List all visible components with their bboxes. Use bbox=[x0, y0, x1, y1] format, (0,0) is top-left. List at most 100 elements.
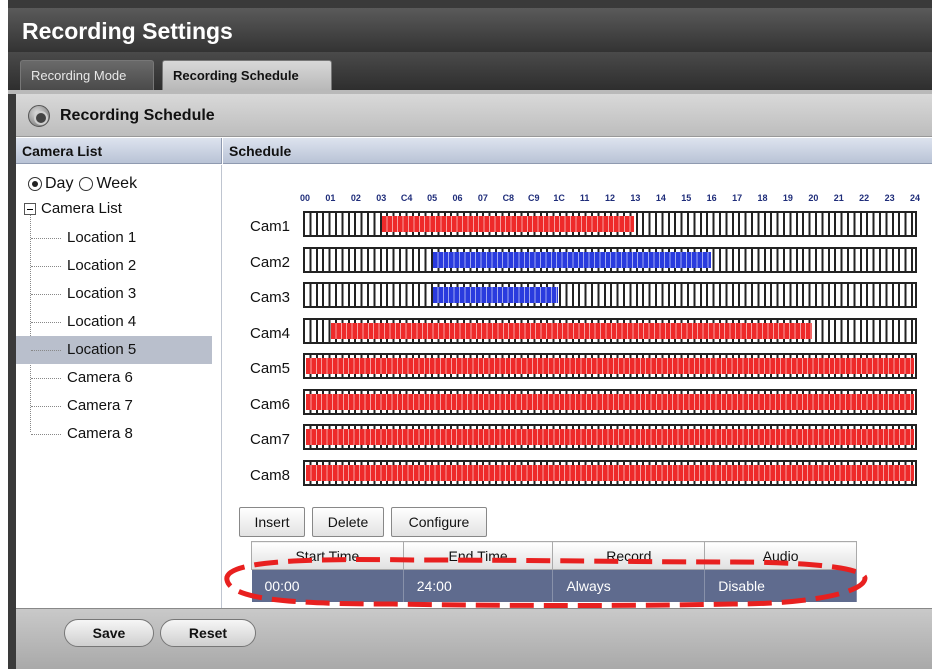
table-row[interactable]: 00:00 24:00 Always Disable bbox=[251, 569, 857, 602]
content-panel: Recording Schedule Camera List Schedule … bbox=[16, 94, 932, 608]
tree-item-label: Camera 8 bbox=[67, 425, 133, 442]
camera-list-header: Camera List bbox=[16, 138, 222, 164]
hour-label: 16 bbox=[706, 193, 717, 203]
hour-label: 24 bbox=[909, 193, 920, 203]
schedule-rules-table: Start Time End Time Record Audio 00:00 2… bbox=[251, 541, 857, 602]
tree-item-label: Location 1 bbox=[67, 229, 137, 246]
tree-root-label: Camera List bbox=[41, 200, 122, 217]
radio-unselected-icon bbox=[79, 177, 94, 191]
camera-schedule-row: Cam4 bbox=[223, 317, 932, 344]
schedule-timeline[interactable] bbox=[303, 459, 917, 486]
tree-branch bbox=[31, 378, 61, 379]
scheduled-recording-block[interactable] bbox=[331, 322, 813, 339]
tree-branch bbox=[31, 350, 61, 351]
day-radio[interactable]: Day bbox=[28, 175, 73, 193]
schedule-header: Schedule bbox=[223, 138, 932, 164]
tree-branch bbox=[31, 294, 61, 295]
hour-label: C8 bbox=[502, 193, 515, 203]
schedule-timeline[interactable] bbox=[303, 211, 917, 237]
tree-item[interactable]: Camera 7 bbox=[16, 392, 212, 420]
scheduled-recording-block[interactable] bbox=[306, 393, 914, 410]
hour-label: 21 bbox=[833, 193, 844, 203]
recording-settings-window: Recording Settings Recording Mode Record… bbox=[8, 0, 932, 669]
hour-label: 07 bbox=[477, 193, 488, 203]
tree-item[interactable]: Location 4 bbox=[16, 308, 212, 336]
tree-item[interactable]: Location 2 bbox=[16, 252, 212, 280]
save-button[interactable]: Save bbox=[64, 619, 154, 647]
scheduled-recording-block[interactable] bbox=[306, 358, 914, 374]
hour-label: 01 bbox=[325, 193, 336, 203]
tab-recording-mode[interactable]: Recording Mode bbox=[20, 60, 154, 90]
schedule-timeline[interactable] bbox=[303, 353, 917, 379]
schedule-timeline[interactable] bbox=[303, 282, 917, 308]
tree-branch bbox=[31, 434, 61, 435]
tree-root[interactable]: Camera List bbox=[24, 200, 122, 217]
schedule-timeline[interactable] bbox=[303, 317, 917, 344]
delete-button[interactable]: Delete bbox=[312, 507, 384, 537]
scheduled-recording-block[interactable] bbox=[433, 251, 711, 268]
camera-schedule-row: Cam5 bbox=[223, 353, 932, 379]
column-header-record[interactable]: Record bbox=[552, 541, 706, 570]
tree-item-label: Location 5 bbox=[67, 341, 137, 358]
hour-label: 1C bbox=[553, 193, 565, 203]
scheduled-recording-block[interactable] bbox=[306, 429, 914, 445]
camera-label: Cam6 bbox=[250, 395, 291, 413]
hour-scale: 00 01 02 03 C4 05 06 07 C8 C9 1C 11 12 13 14 15 16 17 18 19… bbox=[223, 193, 932, 207]
tree-branch bbox=[31, 322, 61, 323]
tab-recording-schedule[interactable]: Recording Schedule bbox=[162, 60, 332, 90]
tree-item[interactable]: Location 5 bbox=[16, 336, 212, 364]
hour-label: 18 bbox=[757, 193, 768, 203]
hour-label: 06 bbox=[452, 193, 463, 203]
camera-schedule-row: Cam3 bbox=[223, 282, 932, 308]
tree-item-label: Camera 6 bbox=[67, 369, 133, 386]
scheduled-recording-block[interactable] bbox=[433, 287, 559, 303]
camera-schedule-row: Cam1 bbox=[223, 211, 932, 237]
hour-label: 14 bbox=[655, 193, 666, 203]
tree-branch bbox=[31, 406, 61, 407]
cell-start-time: 00:00 bbox=[251, 569, 404, 602]
hour-label: 11 bbox=[579, 193, 590, 203]
camera-label: Cam5 bbox=[250, 360, 291, 377]
footer-bar: Save Reset bbox=[16, 608, 932, 669]
column-header-audio[interactable]: Audio bbox=[704, 541, 857, 570]
camera-schedule-row: Cam7 bbox=[223, 424, 932, 450]
reset-button[interactable]: Reset bbox=[160, 619, 256, 647]
collapse-icon[interactable] bbox=[24, 202, 36, 215]
radio-selected-icon bbox=[28, 177, 42, 191]
hour-label: 12 bbox=[604, 193, 615, 203]
tree-item[interactable]: Camera 8 bbox=[16, 420, 212, 448]
hour-label: 03 bbox=[376, 193, 387, 203]
table-header-row: Start Time End Time Record Audio bbox=[251, 541, 857, 570]
view-mode-group: Day Week bbox=[28, 175, 137, 193]
tab-bar: Recording Mode Recording Schedule bbox=[8, 52, 932, 93]
title-bar: Recording Settings bbox=[8, 8, 932, 52]
insert-button[interactable]: Insert bbox=[239, 507, 305, 537]
cell-end-time: 24:00 bbox=[403, 569, 554, 602]
hour-label: 17 bbox=[732, 193, 743, 203]
schedule-timeline[interactable] bbox=[303, 424, 917, 450]
tree-item[interactable]: Camera 6 bbox=[16, 364, 212, 392]
configure-button[interactable]: Configure bbox=[391, 507, 487, 537]
cell-audio: Disable bbox=[704, 569, 857, 602]
tree-item[interactable]: Location 3 bbox=[16, 280, 212, 308]
hour-label: 05 bbox=[427, 193, 438, 203]
tree-item-label: Location 4 bbox=[67, 313, 137, 330]
hour-label: 23 bbox=[884, 193, 895, 203]
scheduled-recording-block[interactable] bbox=[306, 464, 914, 481]
camera-label: Cam1 bbox=[250, 218, 291, 235]
hour-label: 00 bbox=[299, 193, 310, 203]
hour-label: 22 bbox=[859, 193, 870, 203]
schedule-timeline[interactable] bbox=[303, 246, 917, 273]
column-header-end-time[interactable]: End Time bbox=[402, 541, 554, 570]
schedule-timeline[interactable] bbox=[303, 388, 917, 415]
tree-item[interactable]: Location 1 bbox=[16, 224, 212, 252]
week-radio-label: Week bbox=[96, 175, 138, 192]
camera-label: Cam7 bbox=[250, 431, 291, 448]
column-header-start-time[interactable]: Start Time bbox=[251, 541, 404, 570]
camera-label: Cam8 bbox=[250, 466, 291, 484]
week-radio[interactable]: Week bbox=[79, 175, 137, 193]
scheduled-recording-block[interactable] bbox=[382, 216, 635, 232]
tree-item-label: Location 2 bbox=[67, 257, 137, 274]
camera-schedule-row: Cam2 bbox=[223, 246, 932, 273]
page-title: Recording Settings bbox=[22, 18, 233, 44]
